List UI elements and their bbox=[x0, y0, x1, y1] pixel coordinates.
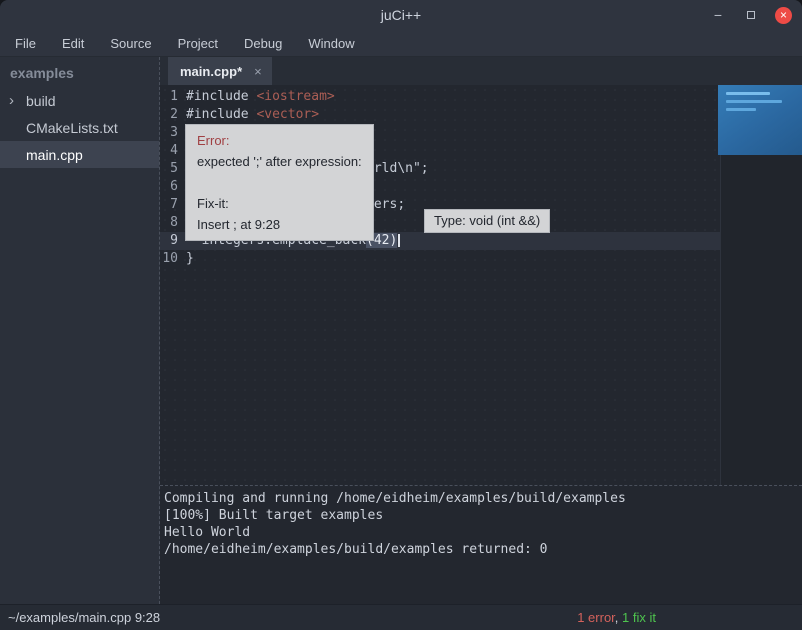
overlay-line bbox=[726, 100, 782, 103]
tree-item-label: CMakeLists.txt bbox=[26, 120, 118, 136]
juci-window: juCi++ − × FileEditSourceProjectDebugWin… bbox=[0, 0, 802, 630]
code-line-text: } bbox=[186, 250, 194, 268]
terminal-line: [100%] Built target examples bbox=[164, 507, 802, 524]
menu-bar: FileEditSourceProjectDebugWindow bbox=[0, 30, 802, 57]
error-message: expected ';' after expression: bbox=[197, 151, 362, 172]
code-line-10: 10} bbox=[160, 250, 802, 268]
code-editor[interactable]: 1#include <iostream>2#include <vector>34… bbox=[160, 85, 802, 485]
terminal-output[interactable]: Compiling and running /home/eidheim/exam… bbox=[160, 485, 802, 604]
overlay-line bbox=[726, 92, 770, 95]
status-separator: , bbox=[615, 610, 622, 625]
main-content: examples › build CMakeLists.txt main.cpp ma… bbox=[0, 57, 802, 604]
minimize-button[interactable]: − bbox=[709, 6, 727, 24]
terminal-line: Compiling and running /home/eidheim/exam… bbox=[164, 490, 802, 507]
overlay-line bbox=[726, 108, 756, 111]
line-number: 7 bbox=[160, 196, 186, 214]
line-number: 5 bbox=[160, 160, 186, 178]
status-diagnostics: 1 error, 1 fix it bbox=[577, 610, 656, 625]
close-button[interactable]: × bbox=[775, 7, 792, 24]
status-error-count: 1 error bbox=[577, 610, 615, 625]
line-number: 9 bbox=[160, 232, 186, 250]
line-number: 4 bbox=[160, 142, 186, 160]
text-cursor bbox=[398, 234, 400, 247]
status-file-position: ~/examples/main.cpp 9:28 bbox=[8, 610, 160, 625]
line-number: 1 bbox=[160, 88, 186, 106]
title-bar: juCi++ − × bbox=[0, 0, 802, 30]
close-icon: × bbox=[780, 7, 787, 24]
sidebar: examples › build CMakeLists.txt main.cpp bbox=[0, 57, 160, 604]
line-number: 2 bbox=[160, 106, 186, 124]
minimize-icon: − bbox=[714, 7, 722, 23]
line-number: 3 bbox=[160, 124, 186, 142]
menu-edit[interactable]: Edit bbox=[49, 32, 97, 55]
code-line-text: #include <vector> bbox=[186, 106, 319, 124]
code-line-2: 2#include <vector> bbox=[160, 106, 802, 124]
terminal-line: /home/eidheim/examples/build/examples re… bbox=[164, 541, 802, 558]
project-header: examples bbox=[0, 57, 159, 87]
line-number: 10 bbox=[160, 250, 186, 268]
tree-item-main.cpp[interactable]: main.cpp bbox=[0, 141, 159, 168]
line-number: 8 bbox=[160, 214, 186, 232]
blue-overlay-panel bbox=[718, 85, 802, 155]
tab-main-cpp[interactable]: main.cpp* × bbox=[168, 57, 272, 85]
menu-source[interactable]: Source bbox=[97, 32, 164, 55]
tree-item-cmakelists.txt[interactable]: CMakeLists.txt bbox=[0, 114, 159, 141]
tab-bar: main.cpp* × bbox=[160, 57, 802, 85]
tree-item-label: main.cpp bbox=[26, 147, 83, 163]
tree-item-label: build bbox=[26, 93, 56, 109]
terminal-line: Hello World bbox=[164, 524, 802, 541]
maximize-icon bbox=[747, 11, 755, 19]
fixit-title: Fix-it: bbox=[197, 193, 362, 214]
status-bar: ~/examples/main.cpp 9:28 1 error, 1 fix … bbox=[0, 604, 802, 630]
type-tooltip: Type: void (int &&) bbox=[424, 209, 550, 233]
fixit-message: Insert ; at 9:28 bbox=[197, 214, 362, 235]
tooltip-gap bbox=[197, 172, 362, 193]
tab-close-icon[interactable]: × bbox=[254, 64, 262, 79]
window-controls: − × bbox=[709, 0, 792, 30]
tree-item-build[interactable]: › build bbox=[0, 87, 159, 114]
menu-window[interactable]: Window bbox=[295, 32, 367, 55]
window-title: juCi++ bbox=[0, 7, 802, 23]
status-fixit-count: 1 fix it bbox=[622, 610, 656, 625]
error-title: Error: bbox=[197, 130, 362, 151]
menu-project[interactable]: Project bbox=[165, 32, 231, 55]
chevron-right-icon: › bbox=[9, 94, 19, 108]
menu-debug[interactable]: Debug bbox=[231, 32, 295, 55]
file-tree: › build CMakeLists.txt main.cpp bbox=[0, 87, 159, 168]
maximize-button[interactable] bbox=[742, 6, 760, 24]
editor-column: main.cpp* × 1#include <iostream>2#includ… bbox=[160, 57, 802, 604]
line-number: 6 bbox=[160, 178, 186, 196]
menu-file[interactable]: File bbox=[2, 32, 49, 55]
code-line-1: 1#include <iostream> bbox=[160, 88, 802, 106]
code-line-text: #include <iostream> bbox=[186, 88, 335, 106]
tab-label: main.cpp* bbox=[180, 64, 242, 79]
diagnostic-tooltip: Error: expected ';' after expression: Fi… bbox=[185, 124, 374, 241]
